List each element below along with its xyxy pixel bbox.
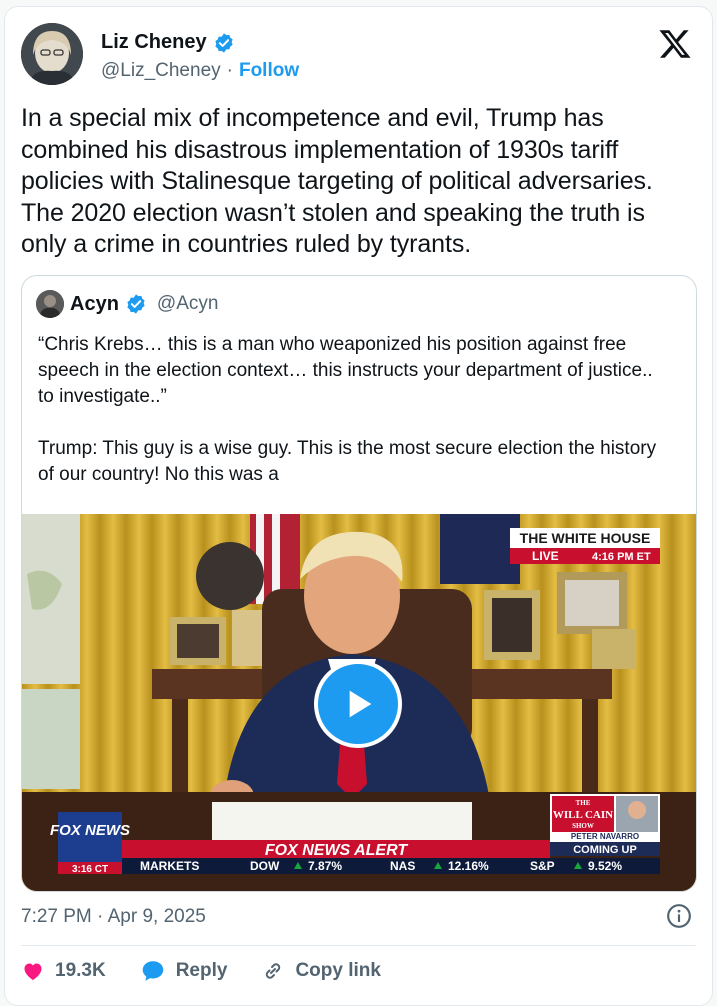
tweet-header: Liz Cheney @Liz_Cheney · Follow (21, 23, 696, 87)
ticker-name: NAS (390, 859, 415, 873)
play-button[interactable] (314, 660, 402, 748)
author-handle[interactable]: @Liz_Cheney (101, 60, 221, 82)
x-logo-icon[interactable] (658, 27, 692, 61)
live-time: 4:16 PM ET (592, 551, 651, 563)
handle-separator: · (226, 60, 233, 81)
ticker-value: 7.87% (308, 859, 342, 873)
quoted-author-name[interactable]: Acyn (70, 293, 119, 316)
guest-name: PETER NAVARRO (571, 832, 639, 841)
coming-up-label: COMING UP (573, 844, 637, 856)
tweet-timestamp[interactable]: 7:27 PM · Apr 9, 2025 (21, 906, 206, 928)
tweet-actions: 19.3K Reply Copy link (21, 958, 415, 984)
divider (21, 945, 696, 946)
reply-icon (142, 961, 163, 981)
quoted-tweet[interactable]: Acyn @Acyn “Chris Krebs… this is a man w… (21, 275, 697, 892)
markets-label: MARKETS (140, 859, 199, 873)
reply-label: Reply (175, 960, 228, 981)
verified-badge-icon (127, 294, 145, 314)
show-name-bottom: SHOW (572, 822, 594, 830)
alert-banner: FOX NEWS ALERT (265, 842, 408, 859)
author-avatar[interactable] (21, 23, 83, 85)
live-banner-title: THE WHITE HOUSE (520, 530, 651, 546)
network-time: 3:16 CT (72, 864, 108, 875)
link-icon (266, 963, 281, 979)
live-label: LIVE (532, 549, 559, 563)
tweet-text: In a special mix of incompetence and evi… (21, 104, 653, 258)
video-player[interactable]: THE WHITE HOUSE LIVE 4:16 PM ET THE WILL… (22, 514, 696, 891)
verified-badge-icon (214, 32, 233, 53)
ticker-value: 9.52% (588, 859, 622, 873)
network-logo: FOX NEWS (50, 822, 130, 839)
like-button[interactable]: 19.3K (21, 959, 106, 983)
play-icon (349, 690, 372, 718)
follow-button[interactable]: Follow (239, 60, 299, 82)
copy-link-button[interactable]: Copy link (261, 959, 381, 983)
ticker-value: 12.16% (448, 859, 489, 873)
author-name[interactable]: Liz Cheney (101, 31, 207, 54)
info-icon[interactable] (666, 903, 692, 929)
show-name-top: THE (576, 799, 591, 807)
tweet-card: Liz Cheney @Liz_Cheney · Follow In a spe… (4, 6, 713, 1006)
quoted-author-handle[interactable]: @Acyn (157, 293, 219, 315)
copy-link-label: Copy link (295, 960, 381, 981)
ticker-name: S&P (530, 859, 555, 873)
quoted-avatar[interactable] (36, 290, 64, 318)
reply-button[interactable]: Reply (140, 958, 228, 984)
like-count: 19.3K (55, 960, 106, 981)
ticker-name: DOW (250, 859, 280, 873)
heart-icon (24, 963, 42, 980)
quoted-text: “Chris Krebs… this is a man who weaponiz… (38, 334, 657, 485)
show-name: WILL CAIN (553, 809, 613, 821)
